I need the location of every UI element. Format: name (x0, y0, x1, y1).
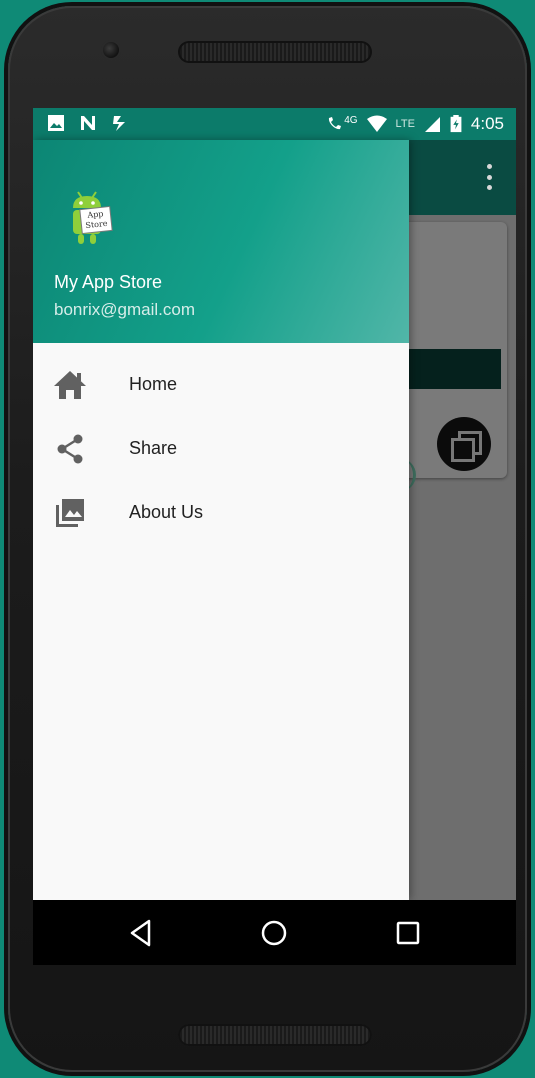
drawer-item-label: Share (129, 438, 178, 458)
navigation-drawer: App Store My App Store bonrix@gmail.com … (33, 140, 409, 900)
drawer-item-label: Home (129, 374, 178, 394)
more-vert-icon[interactable] (486, 164, 492, 190)
download-check-icon (113, 116, 125, 131)
bottom-speaker (178, 1024, 372, 1046)
photo-library-icon (56, 499, 84, 527)
recents-icon[interactable] (391, 916, 425, 950)
back-icon[interactable] (124, 916, 158, 950)
device-screen: 4G LTE 4:05 App Store My App Store bonri… (33, 108, 516, 965)
top-speaker (178, 41, 372, 63)
wifi-call-icon (329, 117, 342, 130)
app-store-logo: App Store (73, 191, 113, 244)
svg-text:App: App (86, 209, 104, 220)
lte-label: LTE (395, 118, 415, 130)
background-button (393, 349, 501, 389)
network-type: 4G (344, 114, 358, 126)
drawer-email: bonrix@gmail.com (54, 300, 196, 319)
signal-icon (424, 117, 440, 132)
battery-charging-icon (450, 115, 462, 133)
drawer-item-share[interactable]: Share (33, 416, 409, 480)
image-icon (48, 115, 64, 131)
share-icon (57, 434, 83, 464)
copy-icon (437, 417, 491, 471)
home-circle-icon[interactable] (257, 916, 291, 950)
status-bar: 4G LTE 4:05 (33, 108, 516, 140)
drawer-header: App Store My App Store bonrix@gmail.com (33, 140, 409, 343)
drawer-item-about-us[interactable]: About Us (33, 480, 409, 544)
drawer-menu: Home Share About Us (33, 352, 409, 544)
n-icon (81, 116, 95, 130)
front-camera (103, 42, 119, 58)
drawer-app-name: My App Store (54, 272, 163, 292)
home-icon (54, 371, 86, 399)
status-time: 4:05 (470, 114, 504, 133)
drawer-item-label: About Us (129, 502, 204, 522)
system-nav-bar (33, 900, 516, 965)
drawer-item-home[interactable]: Home (33, 352, 409, 416)
wifi-icon (366, 115, 387, 132)
